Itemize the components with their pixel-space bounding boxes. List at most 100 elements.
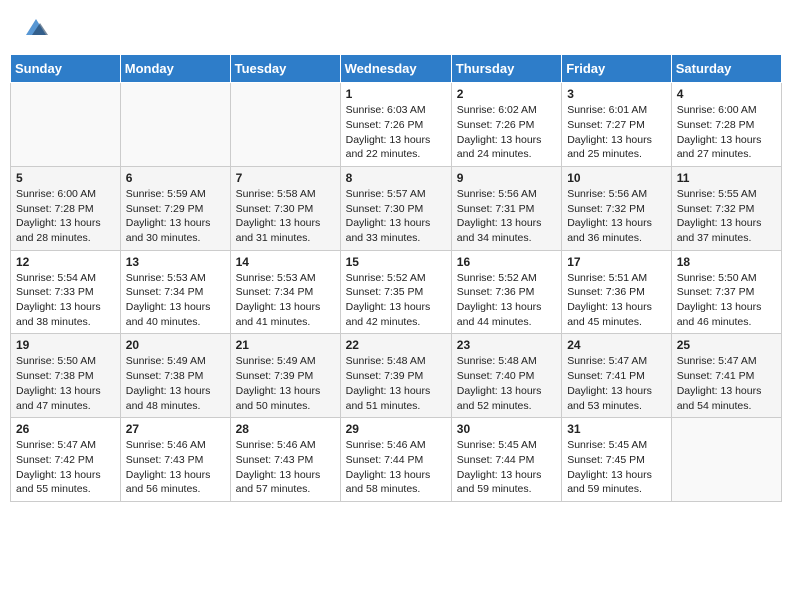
day-info: Sunrise: 6:02 AMSunset: 7:26 PMDaylight:… — [457, 103, 556, 162]
day-number: 26 — [16, 422, 115, 436]
day-info: Sunrise: 5:50 AMSunset: 7:37 PMDaylight:… — [677, 271, 776, 330]
day-info: Sunrise: 5:52 AMSunset: 7:36 PMDaylight:… — [457, 271, 556, 330]
day-number: 30 — [457, 422, 556, 436]
calendar-cell: 23 Sunrise: 5:48 AMSunset: 7:40 PMDaylig… — [451, 334, 561, 418]
calendar-header-row: SundayMondayTuesdayWednesdayThursdayFrid… — [11, 55, 782, 83]
day-info: Sunrise: 5:46 AMSunset: 7:43 PMDaylight:… — [236, 438, 335, 497]
calendar-cell: 3 Sunrise: 6:01 AMSunset: 7:27 PMDayligh… — [562, 83, 672, 167]
day-number: 15 — [346, 255, 446, 269]
calendar-week-row: 1 Sunrise: 6:03 AMSunset: 7:26 PMDayligh… — [11, 83, 782, 167]
day-number: 27 — [126, 422, 225, 436]
day-number: 13 — [126, 255, 225, 269]
day-number: 20 — [126, 338, 225, 352]
calendar-cell — [11, 83, 121, 167]
calendar-week-row: 5 Sunrise: 6:00 AMSunset: 7:28 PMDayligh… — [11, 166, 782, 250]
day-info: Sunrise: 5:58 AMSunset: 7:30 PMDaylight:… — [236, 187, 335, 246]
day-info: Sunrise: 6:03 AMSunset: 7:26 PMDaylight:… — [346, 103, 446, 162]
calendar-cell: 6 Sunrise: 5:59 AMSunset: 7:29 PMDayligh… — [120, 166, 230, 250]
day-info: Sunrise: 5:47 AMSunset: 7:42 PMDaylight:… — [16, 438, 115, 497]
day-number: 4 — [677, 87, 776, 101]
calendar-cell: 29 Sunrise: 5:46 AMSunset: 7:44 PMDaylig… — [340, 418, 451, 502]
day-number: 23 — [457, 338, 556, 352]
calendar-cell: 27 Sunrise: 5:46 AMSunset: 7:43 PMDaylig… — [120, 418, 230, 502]
day-number: 16 — [457, 255, 556, 269]
calendar-table: SundayMondayTuesdayWednesdayThursdayFrid… — [10, 54, 782, 502]
day-number: 2 — [457, 87, 556, 101]
weekday-header: Friday — [562, 55, 672, 83]
day-info: Sunrise: 5:55 AMSunset: 7:32 PMDaylight:… — [677, 187, 776, 246]
calendar-cell: 9 Sunrise: 5:56 AMSunset: 7:31 PMDayligh… — [451, 166, 561, 250]
calendar-cell: 15 Sunrise: 5:52 AMSunset: 7:35 PMDaylig… — [340, 250, 451, 334]
logo — [20, 15, 50, 39]
day-info: Sunrise: 5:45 AMSunset: 7:44 PMDaylight:… — [457, 438, 556, 497]
day-number: 6 — [126, 171, 225, 185]
day-info: Sunrise: 5:53 AMSunset: 7:34 PMDaylight:… — [126, 271, 225, 330]
day-number: 19 — [16, 338, 115, 352]
day-info: Sunrise: 5:50 AMSunset: 7:38 PMDaylight:… — [16, 354, 115, 413]
day-info: Sunrise: 5:48 AMSunset: 7:39 PMDaylight:… — [346, 354, 446, 413]
calendar-cell: 18 Sunrise: 5:50 AMSunset: 7:37 PMDaylig… — [671, 250, 781, 334]
day-number: 28 — [236, 422, 335, 436]
page-header — [10, 10, 782, 44]
calendar-cell: 16 Sunrise: 5:52 AMSunset: 7:36 PMDaylig… — [451, 250, 561, 334]
calendar-cell: 24 Sunrise: 5:47 AMSunset: 7:41 PMDaylig… — [562, 334, 672, 418]
day-info: Sunrise: 5:56 AMSunset: 7:32 PMDaylight:… — [567, 187, 666, 246]
calendar-cell: 8 Sunrise: 5:57 AMSunset: 7:30 PMDayligh… — [340, 166, 451, 250]
day-info: Sunrise: 5:56 AMSunset: 7:31 PMDaylight:… — [457, 187, 556, 246]
day-number: 9 — [457, 171, 556, 185]
calendar-cell — [230, 83, 340, 167]
day-info: Sunrise: 5:45 AMSunset: 7:45 PMDaylight:… — [567, 438, 666, 497]
calendar-cell: 12 Sunrise: 5:54 AMSunset: 7:33 PMDaylig… — [11, 250, 121, 334]
calendar-cell: 10 Sunrise: 5:56 AMSunset: 7:32 PMDaylig… — [562, 166, 672, 250]
day-info: Sunrise: 5:46 AMSunset: 7:44 PMDaylight:… — [346, 438, 446, 497]
day-info: Sunrise: 5:51 AMSunset: 7:36 PMDaylight:… — [567, 271, 666, 330]
calendar-cell: 7 Sunrise: 5:58 AMSunset: 7:30 PMDayligh… — [230, 166, 340, 250]
day-info: Sunrise: 6:01 AMSunset: 7:27 PMDaylight:… — [567, 103, 666, 162]
day-number: 18 — [677, 255, 776, 269]
day-number: 17 — [567, 255, 666, 269]
weekday-header: Tuesday — [230, 55, 340, 83]
weekday-header: Thursday — [451, 55, 561, 83]
calendar-cell: 17 Sunrise: 5:51 AMSunset: 7:36 PMDaylig… — [562, 250, 672, 334]
calendar-cell: 11 Sunrise: 5:55 AMSunset: 7:32 PMDaylig… — [671, 166, 781, 250]
calendar-cell: 5 Sunrise: 6:00 AMSunset: 7:28 PMDayligh… — [11, 166, 121, 250]
calendar-cell: 28 Sunrise: 5:46 AMSunset: 7:43 PMDaylig… — [230, 418, 340, 502]
day-info: Sunrise: 5:48 AMSunset: 7:40 PMDaylight:… — [457, 354, 556, 413]
day-number: 25 — [677, 338, 776, 352]
day-number: 29 — [346, 422, 446, 436]
day-number: 12 — [16, 255, 115, 269]
day-info: Sunrise: 5:47 AMSunset: 7:41 PMDaylight:… — [567, 354, 666, 413]
day-number: 22 — [346, 338, 446, 352]
calendar-cell: 2 Sunrise: 6:02 AMSunset: 7:26 PMDayligh… — [451, 83, 561, 167]
day-info: Sunrise: 5:59 AMSunset: 7:29 PMDaylight:… — [126, 187, 225, 246]
day-info: Sunrise: 5:49 AMSunset: 7:38 PMDaylight:… — [126, 354, 225, 413]
day-info: Sunrise: 5:47 AMSunset: 7:41 PMDaylight:… — [677, 354, 776, 413]
day-info: Sunrise: 5:49 AMSunset: 7:39 PMDaylight:… — [236, 354, 335, 413]
calendar-cell: 20 Sunrise: 5:49 AMSunset: 7:38 PMDaylig… — [120, 334, 230, 418]
calendar-cell: 19 Sunrise: 5:50 AMSunset: 7:38 PMDaylig… — [11, 334, 121, 418]
day-info: Sunrise: 6:00 AMSunset: 7:28 PMDaylight:… — [677, 103, 776, 162]
calendar-cell — [120, 83, 230, 167]
calendar-cell: 22 Sunrise: 5:48 AMSunset: 7:39 PMDaylig… — [340, 334, 451, 418]
day-number: 5 — [16, 171, 115, 185]
weekday-header: Monday — [120, 55, 230, 83]
calendar-cell — [671, 418, 781, 502]
calendar-week-row: 19 Sunrise: 5:50 AMSunset: 7:38 PMDaylig… — [11, 334, 782, 418]
day-number: 1 — [346, 87, 446, 101]
day-number: 14 — [236, 255, 335, 269]
calendar-cell: 4 Sunrise: 6:00 AMSunset: 7:28 PMDayligh… — [671, 83, 781, 167]
weekday-header: Wednesday — [340, 55, 451, 83]
calendar-cell: 21 Sunrise: 5:49 AMSunset: 7:39 PMDaylig… — [230, 334, 340, 418]
calendar-cell: 26 Sunrise: 5:47 AMSunset: 7:42 PMDaylig… — [11, 418, 121, 502]
day-number: 7 — [236, 171, 335, 185]
day-info: Sunrise: 5:46 AMSunset: 7:43 PMDaylight:… — [126, 438, 225, 497]
calendar-cell: 1 Sunrise: 6:03 AMSunset: 7:26 PMDayligh… — [340, 83, 451, 167]
day-number: 3 — [567, 87, 666, 101]
day-number: 8 — [346, 171, 446, 185]
calendar-cell: 13 Sunrise: 5:53 AMSunset: 7:34 PMDaylig… — [120, 250, 230, 334]
day-info: Sunrise: 5:54 AMSunset: 7:33 PMDaylight:… — [16, 271, 115, 330]
day-info: Sunrise: 5:53 AMSunset: 7:34 PMDaylight:… — [236, 271, 335, 330]
calendar-cell: 14 Sunrise: 5:53 AMSunset: 7:34 PMDaylig… — [230, 250, 340, 334]
calendar-cell: 25 Sunrise: 5:47 AMSunset: 7:41 PMDaylig… — [671, 334, 781, 418]
calendar-cell: 31 Sunrise: 5:45 AMSunset: 7:45 PMDaylig… — [562, 418, 672, 502]
